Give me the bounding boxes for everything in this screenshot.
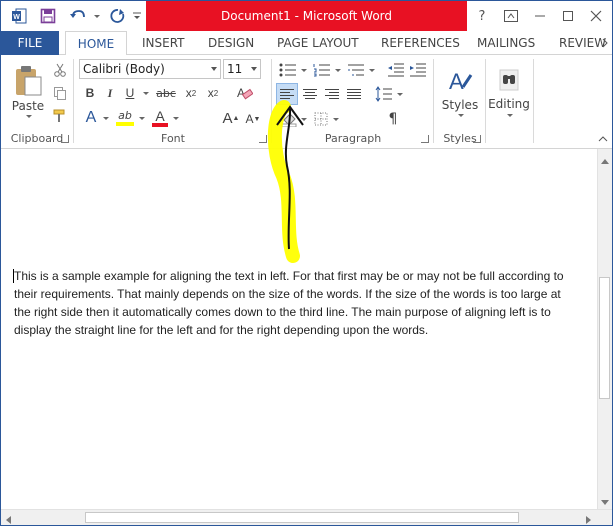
- horizontal-scroll-thumb[interactable]: [85, 512, 519, 523]
- horizontal-scrollbar[interactable]: [1, 509, 612, 525]
- word-window: W Document1 - Microsoft Word ? FILE HOME…: [0, 0, 613, 526]
- scroll-right-icon[interactable]: [586, 513, 592, 525]
- scroll-up-icon[interactable]: [601, 153, 609, 167]
- scroll-left-icon[interactable]: [5, 513, 11, 525]
- vertical-scrollbar[interactable]: [597, 149, 612, 509]
- vertical-scroll-thumb[interactable]: [599, 277, 610, 399]
- annotation-overlay: [267, 100, 304, 263]
- scroll-down-icon[interactable]: [601, 495, 609, 509]
